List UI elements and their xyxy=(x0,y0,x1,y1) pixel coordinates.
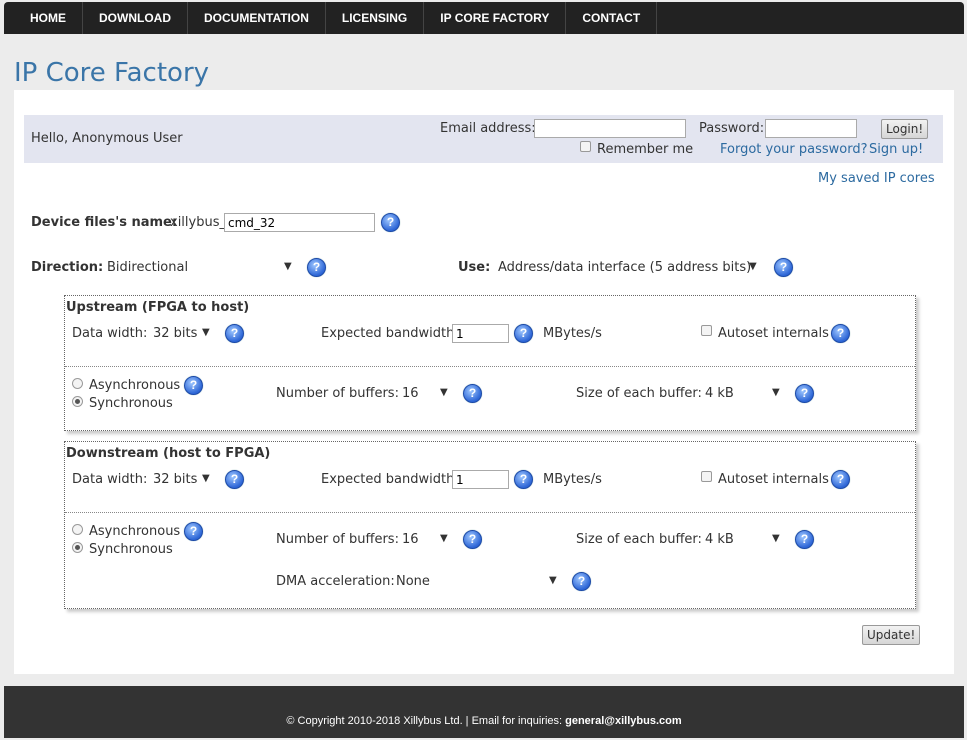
help-icon[interactable]: ? xyxy=(225,324,244,343)
sync-label: Synchronous xyxy=(89,542,173,557)
remember-checkbox[interactable] xyxy=(580,141,591,152)
device-name-input[interactable] xyxy=(224,213,375,232)
help-icon[interactable]: ? xyxy=(831,324,850,343)
use-select[interactable]: Address/data interface (5 address bits) xyxy=(498,260,751,275)
sync-radio[interactable] xyxy=(72,542,83,553)
device-name-label: Device files's name: xyxy=(31,215,178,230)
help-icon[interactable]: ? xyxy=(184,522,203,541)
num-buffers-label: Number of buffers: xyxy=(276,532,399,547)
buffer-size-label: Size of each buffer: xyxy=(576,532,702,547)
direction-select[interactable]: Bidirectional xyxy=(107,260,188,275)
help-icon[interactable]: ? xyxy=(831,470,850,489)
help-icon[interactable]: ? xyxy=(514,470,533,489)
page-title: IP Core Factory xyxy=(14,58,210,88)
nav-contact[interactable]: CONTACT xyxy=(566,2,658,34)
data-width-label: Data width: xyxy=(72,326,148,341)
dma-select[interactable]: None xyxy=(396,574,430,589)
chevron-down-icon: ▼ xyxy=(772,533,780,544)
help-icon[interactable]: ? xyxy=(463,530,482,549)
top-nav: HOME DOWNLOAD DOCUMENTATION LICENSING IP… xyxy=(4,2,964,34)
update-button[interactable]: Update! xyxy=(862,625,921,645)
login-button[interactable]: Login! xyxy=(881,119,929,139)
signup-link[interactable]: Sign up! xyxy=(869,142,923,157)
autoset-checkbox[interactable] xyxy=(701,471,712,482)
bandwidth-input[interactable] xyxy=(452,470,509,489)
dma-label: DMA acceleration: xyxy=(276,574,395,589)
autoset-checkbox[interactable] xyxy=(701,325,712,336)
footer: © Copyright 2010-2018 Xillybus Ltd. | Em… xyxy=(4,686,964,738)
chevron-down-icon: ▼ xyxy=(549,575,557,586)
bandwidth-input[interactable] xyxy=(452,324,509,343)
nav-licensing[interactable]: LICENSING xyxy=(326,2,425,34)
password-label: Password: xyxy=(699,121,765,136)
chevron-down-icon: ▼ xyxy=(440,387,448,398)
main-panel: Hello, Anonymous User Email address: Pas… xyxy=(14,90,954,674)
bandwidth-label: Expected bandwidth: xyxy=(321,472,459,487)
upstream-panel: Upstream (FPGA to host) Data width: 32 b… xyxy=(64,295,916,431)
num-buffers-select[interactable]: 16 xyxy=(402,386,419,401)
nav-download[interactable]: DOWNLOAD xyxy=(83,2,188,34)
help-icon[interactable]: ? xyxy=(463,384,482,403)
chevron-down-icon: ▼ xyxy=(202,327,210,338)
nav-documentation[interactable]: DOCUMENTATION xyxy=(188,2,326,34)
bandwidth-unit: MBytes/s xyxy=(543,326,602,341)
chevron-down-icon: ▼ xyxy=(772,387,780,398)
help-icon[interactable]: ? xyxy=(184,376,203,395)
data-width-select[interactable]: 32 bits xyxy=(153,326,197,341)
email-field[interactable] xyxy=(534,119,686,138)
nav-ip-core-factory[interactable]: IP CORE FACTORY xyxy=(424,2,567,34)
chevron-down-icon: ▼ xyxy=(284,261,292,272)
help-icon[interactable]: ? xyxy=(307,258,326,277)
help-icon[interactable]: ? xyxy=(774,258,793,277)
help-icon[interactable]: ? xyxy=(514,324,533,343)
downstream-title: Downstream (host to FPGA) xyxy=(66,446,271,461)
divider xyxy=(65,512,915,513)
email-label: Email address: xyxy=(440,121,536,136)
chevron-down-icon: ▼ xyxy=(202,473,210,484)
direction-label: Direction: xyxy=(31,260,104,275)
footer-text: © Copyright 2010-2018 Xillybus Ltd. | Em… xyxy=(286,715,566,727)
sync-label: Synchronous xyxy=(89,396,173,411)
login-bar: Hello, Anonymous User Email address: Pas… xyxy=(24,115,943,163)
num-buffers-select[interactable]: 16 xyxy=(402,532,419,547)
password-field[interactable] xyxy=(765,119,857,138)
data-width-select[interactable]: 32 bits xyxy=(153,472,197,487)
async-radio[interactable] xyxy=(72,524,83,535)
divider xyxy=(65,366,915,367)
num-buffers-label: Number of buffers: xyxy=(276,386,399,401)
help-icon[interactable]: ? xyxy=(381,213,400,232)
help-icon[interactable]: ? xyxy=(795,384,814,403)
autoset-label: Autoset internals xyxy=(718,472,829,487)
autoset-label: Autoset internals xyxy=(718,326,829,341)
upstream-title: Upstream (FPGA to host) xyxy=(66,300,250,315)
buffer-size-select[interactable]: 4 kB xyxy=(705,386,734,401)
help-icon[interactable]: ? xyxy=(795,530,814,549)
buffer-size-select[interactable]: 4 kB xyxy=(705,532,734,547)
bandwidth-unit: MBytes/s xyxy=(543,472,602,487)
greeting: Hello, Anonymous User xyxy=(31,131,183,146)
bandwidth-label: Expected bandwidth: xyxy=(321,326,459,341)
help-icon[interactable]: ? xyxy=(225,470,244,489)
nav-home[interactable]: HOME xyxy=(4,2,83,34)
async-radio[interactable] xyxy=(72,378,83,389)
chevron-down-icon: ▼ xyxy=(749,261,757,272)
sync-radio[interactable] xyxy=(72,396,83,407)
data-width-label: Data width: xyxy=(72,472,148,487)
async-label: Asynchronous xyxy=(89,524,181,539)
async-label: Asynchronous xyxy=(89,378,181,393)
footer-email[interactable]: general@xillybus.com xyxy=(565,715,682,727)
remember-label: Remember me xyxy=(597,142,694,157)
use-label: Use: xyxy=(458,260,491,275)
buffer-size-label: Size of each buffer: xyxy=(576,386,702,401)
device-name-prefix: xillybus_ xyxy=(170,215,226,230)
help-icon[interactable]: ? xyxy=(572,572,591,591)
forgot-password-link[interactable]: Forgot your password? xyxy=(720,142,868,157)
downstream-panel: Downstream (host to FPGA) Data width: 32… xyxy=(64,441,916,609)
chevron-down-icon: ▼ xyxy=(440,533,448,544)
saved-cores-link[interactable]: My saved IP cores xyxy=(818,171,935,186)
